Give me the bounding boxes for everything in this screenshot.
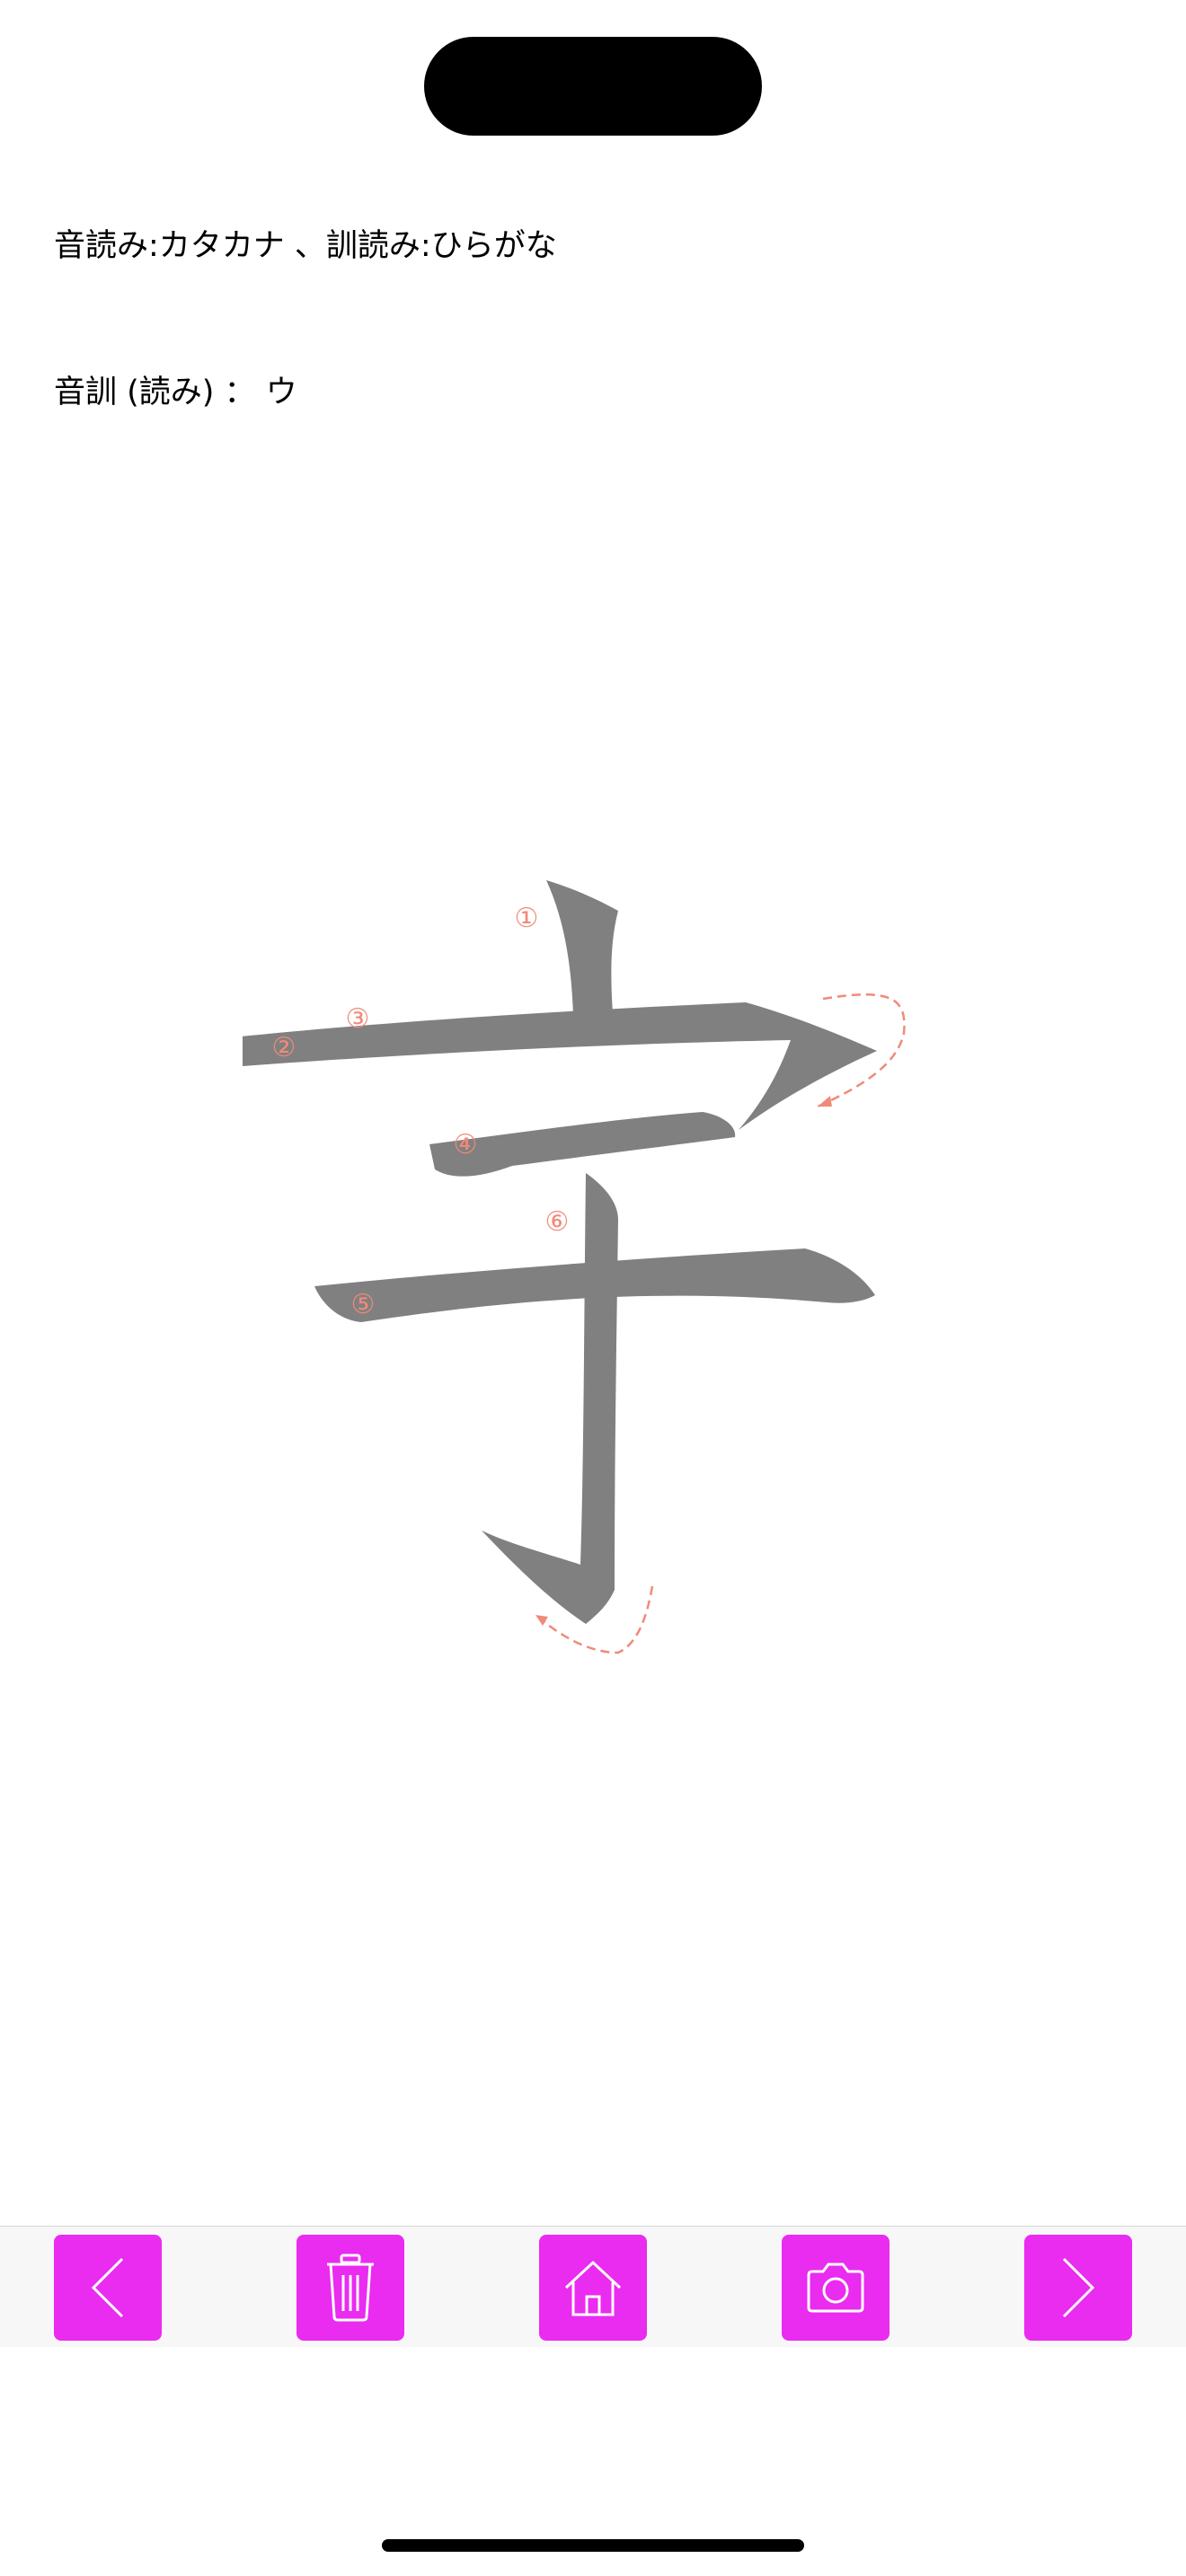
trash-icon (327, 2254, 374, 2322)
stroke-1 (546, 880, 618, 1015)
camera-button[interactable] (782, 2235, 890, 2341)
reading-line: 音訓 (読み) ： ウ (54, 366, 297, 412)
dynamic-island (424, 37, 762, 136)
stroke-6 (482, 1173, 618, 1624)
stroke-number-2: ② (272, 1032, 296, 1063)
stroke-6-guide-arrowhead (535, 1615, 548, 1626)
stroke-number-1: ① (515, 903, 539, 934)
bottom-toolbar (0, 2226, 1186, 2347)
stroke-number-3: ③ (346, 1003, 370, 1035)
reading-value: ウ (265, 375, 297, 410)
home-icon (564, 2260, 622, 2316)
stroke-3 (243, 1002, 877, 1130)
stroke-number-5: ⑤ (351, 1289, 376, 1320)
chevron-right-icon (1062, 2257, 1095, 2318)
back-button[interactable] (54, 2235, 162, 2341)
camera-icon (807, 2263, 864, 2313)
reading-legend: 音読み:カタカナ 、訓読み:ひらがな (54, 228, 557, 264)
stroke-number-4: ④ (454, 1129, 478, 1160)
chevron-left-icon (91, 2257, 124, 2318)
stroke-3-guide-arrowhead (818, 1096, 832, 1107)
home-button[interactable] (539, 2235, 647, 2341)
delete-button[interactable] (296, 2235, 404, 2341)
reading-label: 音訓 (読み) ： (54, 375, 256, 410)
home-indicator[interactable] (382, 2539, 804, 2552)
kanji-stroke-diagram: ① ② ③ ④ ⑤ ⑥ (243, 880, 906, 1654)
stroke-number-6: ⑥ (545, 1206, 570, 1238)
next-button[interactable] (1024, 2235, 1132, 2341)
